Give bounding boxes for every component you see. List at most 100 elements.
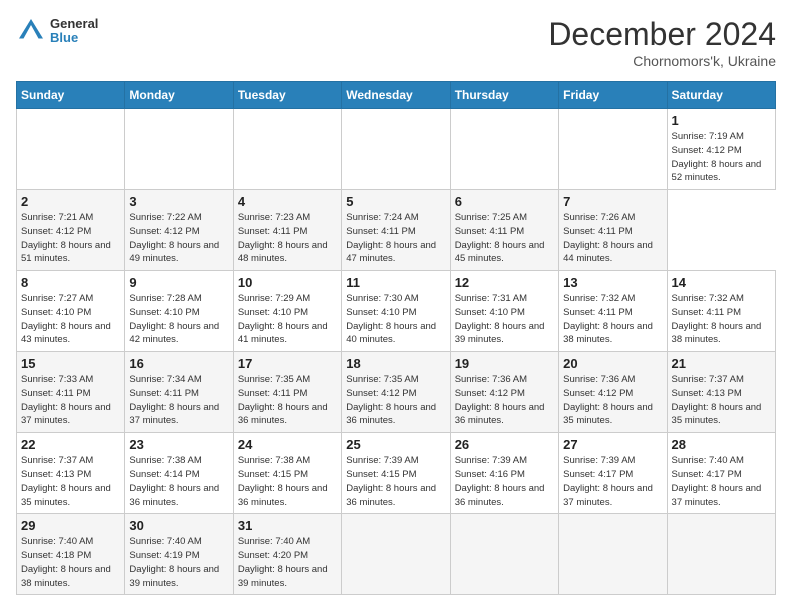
week-row-0: 1Sunrise: 7:19 AMSunset: 4:12 PMDaylight… — [17, 109, 776, 190]
header-day-thursday: Thursday — [450, 82, 558, 109]
header-day-sunday: Sunday — [17, 82, 125, 109]
calendar-cell — [450, 109, 558, 190]
calendar-cell — [342, 109, 450, 190]
day-info: Sunrise: 7:40 AMSunset: 4:18 PMDaylight:… — [21, 535, 120, 590]
day-info: Sunrise: 7:35 AMSunset: 4:12 PMDaylight:… — [346, 373, 445, 428]
page-header: General Blue December 2024 Chornomors'k,… — [16, 16, 776, 69]
calendar-cell: 29 Sunrise: 7:40 AMSunset: 4:18 PMDayligh… — [17, 514, 125, 595]
day-info: Sunrise: 7:19 AMSunset: 4:12 PMDaylight:… — [672, 130, 771, 185]
day-number: 16 — [129, 356, 228, 371]
header-day-monday: Monday — [125, 82, 233, 109]
header-row: SundayMondayTuesdayWednesdayThursdayFrid… — [17, 82, 776, 109]
calendar-cell: 18Sunrise: 7:35 AMSunset: 4:12 PMDayligh… — [342, 352, 450, 433]
calendar-cell: 5Sunrise: 7:24 AMSunset: 4:11 PMDaylight… — [342, 190, 450, 271]
calendar-cell — [125, 109, 233, 190]
week-row-4: 22 Sunrise: 7:37 AMSunset: 4:13 PMDayligh… — [17, 433, 776, 514]
calendar-cell — [17, 109, 125, 190]
day-number: 13 — [563, 275, 662, 290]
location: Chornomors'k, Ukraine — [548, 53, 776, 69]
day-number: 19 — [455, 356, 554, 371]
header-day-wednesday: Wednesday — [342, 82, 450, 109]
calendar-table: SundayMondayTuesdayWednesdayThursdayFrid… — [16, 81, 776, 595]
week-row-2: 8 Sunrise: 7:27 AMSunset: 4:10 PMDaylight… — [17, 271, 776, 352]
calendar-cell: 14 Sunrise: 7:32 AMSunset: 4:11 PMDayligh… — [667, 271, 775, 352]
calendar-cell: 20Sunrise: 7:36 AMSunset: 4:12 PMDayligh… — [559, 352, 667, 433]
calendar-cell: 8 Sunrise: 7:27 AMSunset: 4:10 PMDaylight… — [17, 271, 125, 352]
day-info: Sunrise: 7:40 AMSunset: 4:17 PMDaylight:… — [672, 454, 771, 509]
calendar-cell: 24 Sunrise: 7:38 AMSunset: 4:15 PMDayligh… — [233, 433, 341, 514]
day-number: 22 — [21, 437, 120, 452]
day-number: 29 — [21, 518, 120, 533]
calendar-cell: 9Sunrise: 7:28 AMSunset: 4:10 PMDaylight… — [125, 271, 233, 352]
day-number: 17 — [238, 356, 337, 371]
calendar-cell — [667, 514, 775, 595]
day-info: Sunrise: 7:40 AMSunset: 4:19 PMDaylight:… — [129, 535, 228, 590]
calendar-cell: 6 Sunrise: 7:25 AMSunset: 4:11 PMDaylight… — [450, 190, 558, 271]
month-title: December 2024 — [548, 16, 776, 53]
calendar-cell: 15 Sunrise: 7:33 AMSunset: 4:11 PMDayligh… — [17, 352, 125, 433]
day-info: Sunrise: 7:30 AMSunset: 4:10 PMDaylight:… — [346, 292, 445, 347]
calendar-cell: 28 Sunrise: 7:40 AMSunset: 4:17 PMDayligh… — [667, 433, 775, 514]
calendar-cell — [342, 514, 450, 595]
day-info: Sunrise: 7:34 AMSunset: 4:11 PMDaylight:… — [129, 373, 228, 428]
day-info: Sunrise: 7:32 AMSunset: 4:11 PMDaylight:… — [672, 292, 771, 347]
calendar-cell: 25 Sunrise: 7:39 AMSunset: 4:15 PMDayligh… — [342, 433, 450, 514]
day-number: 12 — [455, 275, 554, 290]
calendar-cell: 12 Sunrise: 7:31 AMSunset: 4:10 PMDayligh… — [450, 271, 558, 352]
calendar-cell: 1Sunrise: 7:19 AMSunset: 4:12 PMDaylight… — [667, 109, 775, 190]
calendar-cell: 21Sunrise: 7:37 AMSunset: 4:13 PMDayligh… — [667, 352, 775, 433]
calendar-cell: 10Sunrise: 7:29 AMSunset: 4:10 PMDayligh… — [233, 271, 341, 352]
day-number: 15 — [21, 356, 120, 371]
calendar-cell: 27Sunrise: 7:39 AMSunset: 4:17 PMDayligh… — [559, 433, 667, 514]
day-info: Sunrise: 7:23 AMSunset: 4:11 PMDaylight:… — [238, 211, 337, 266]
day-info: Sunrise: 7:38 AMSunset: 4:15 PMDaylight:… — [238, 454, 337, 509]
day-info: Sunrise: 7:27 AMSunset: 4:10 PMDaylight:… — [21, 292, 120, 347]
day-info: Sunrise: 7:35 AMSunset: 4:11 PMDaylight:… — [238, 373, 337, 428]
day-info: Sunrise: 7:33 AMSunset: 4:11 PMDaylight:… — [21, 373, 120, 428]
day-number: 14 — [672, 275, 771, 290]
calendar-header: SundayMondayTuesdayWednesdayThursdayFrid… — [17, 82, 776, 109]
day-number: 6 — [455, 194, 554, 209]
day-info: Sunrise: 7:40 AMSunset: 4:20 PMDaylight:… — [238, 535, 337, 590]
day-info: Sunrise: 7:39 AMSunset: 4:17 PMDaylight:… — [563, 454, 662, 509]
calendar-cell: 26 Sunrise: 7:39 AMSunset: 4:16 PMDayligh… — [450, 433, 558, 514]
day-number: 8 — [21, 275, 120, 290]
calendar-cell: 30Sunrise: 7:40 AMSunset: 4:19 PMDayligh… — [125, 514, 233, 595]
calendar-cell: 31 Sunrise: 7:40 AMSunset: 4:20 PMDayligh… — [233, 514, 341, 595]
day-number: 2 — [21, 194, 120, 209]
calendar-cell: 16 Sunrise: 7:34 AMSunset: 4:11 PMDayligh… — [125, 352, 233, 433]
calendar-cell: 23Sunrise: 7:38 AMSunset: 4:14 PMDayligh… — [125, 433, 233, 514]
day-info: Sunrise: 7:37 AMSunset: 4:13 PMDaylight:… — [21, 454, 120, 509]
calendar-cell: 3Sunrise: 7:22 AMSunset: 4:12 PMDaylight… — [125, 190, 233, 271]
calendar-body: 1Sunrise: 7:19 AMSunset: 4:12 PMDaylight… — [17, 109, 776, 595]
day-number: 28 — [672, 437, 771, 452]
day-info: Sunrise: 7:32 AMSunset: 4:11 PMDaylight:… — [563, 292, 662, 347]
day-info: Sunrise: 7:24 AMSunset: 4:11 PMDaylight:… — [346, 211, 445, 266]
day-info: Sunrise: 7:28 AMSunset: 4:10 PMDaylight:… — [129, 292, 228, 347]
day-info: Sunrise: 7:25 AMSunset: 4:11 PMDaylight:… — [455, 211, 554, 266]
calendar-cell: 11Sunrise: 7:30 AMSunset: 4:10 PMDayligh… — [342, 271, 450, 352]
logo-icon — [16, 16, 46, 46]
day-info: Sunrise: 7:31 AMSunset: 4:10 PMDaylight:… — [455, 292, 554, 347]
day-info: Sunrise: 7:26 AMSunset: 4:11 PMDaylight:… — [563, 211, 662, 266]
day-info: Sunrise: 7:36 AMSunset: 4:12 PMDaylight:… — [563, 373, 662, 428]
header-day-tuesday: Tuesday — [233, 82, 341, 109]
day-info: Sunrise: 7:39 AMSunset: 4:15 PMDaylight:… — [346, 454, 445, 509]
day-info: Sunrise: 7:36 AMSunset: 4:12 PMDaylight:… — [455, 373, 554, 428]
day-number: 24 — [238, 437, 337, 452]
calendar-cell — [559, 109, 667, 190]
day-number: 21 — [672, 356, 771, 371]
header-day-saturday: Saturday — [667, 82, 775, 109]
calendar-cell: 22 Sunrise: 7:37 AMSunset: 4:13 PMDayligh… — [17, 433, 125, 514]
day-number: 26 — [455, 437, 554, 452]
calendar-cell: 4Sunrise: 7:23 AMSunset: 4:11 PMDaylight… — [233, 190, 341, 271]
week-row-5: 29 Sunrise: 7:40 AMSunset: 4:18 PMDayligh… — [17, 514, 776, 595]
calendar-cell — [233, 109, 341, 190]
title-block: December 2024 Chornomors'k, Ukraine — [548, 16, 776, 69]
day-info: Sunrise: 7:38 AMSunset: 4:14 PMDaylight:… — [129, 454, 228, 509]
day-number: 10 — [238, 275, 337, 290]
day-number: 25 — [346, 437, 445, 452]
day-number: 7 — [563, 194, 662, 209]
day-info: Sunrise: 7:39 AMSunset: 4:16 PMDaylight:… — [455, 454, 554, 509]
day-number: 31 — [238, 518, 337, 533]
